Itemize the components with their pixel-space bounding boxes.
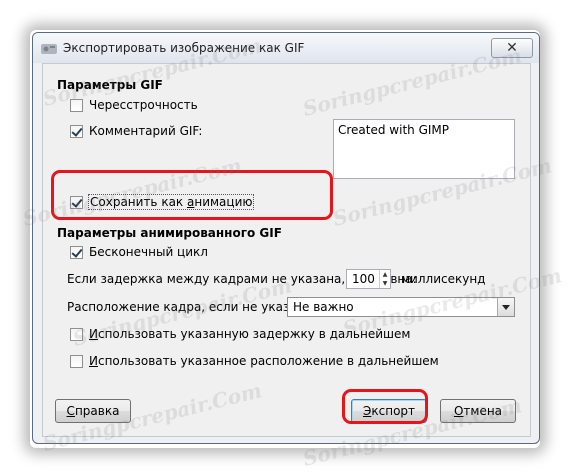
interlace-checkbox[interactable]	[70, 98, 83, 112]
anim-params-heading: Параметры анимированного GIF	[57, 226, 282, 240]
loop-label: Бесконечный цикл	[89, 245, 208, 259]
use-disposal-label: Использовать указанное расположение в да…	[89, 354, 439, 368]
disposal-value: Не важно	[293, 300, 354, 314]
delay-stepper[interactable]: ▲ ▼	[379, 270, 390, 288]
save-as-animation-checkbox[interactable]	[70, 195, 83, 209]
use-delay-label: Использовать указанную задержку в дальне…	[89, 327, 411, 341]
cancel-button[interactable]: Отмена	[440, 399, 516, 423]
dialog-content: Параметры GIF Чересстрочность Комментари…	[42, 63, 531, 437]
delay-value: 100	[352, 272, 375, 286]
loop-checkbox[interactable]	[70, 245, 83, 259]
window-title: Экспортировать изображение как GIF	[63, 41, 305, 55]
help-button[interactable]: Справка	[55, 399, 131, 423]
chevron-down-icon[interactable]: ▼	[380, 279, 390, 288]
close-button[interactable]: ✕	[491, 38, 533, 58]
title-bar[interactable]: Экспортировать изображение как GIF ✕	[33, 33, 539, 63]
dropdown-arrow-icon[interactable]	[497, 298, 514, 316]
disposal-label: Расположение кадра, если не указано:	[67, 300, 316, 314]
chevron-up-icon[interactable]: ▲	[380, 270, 390, 279]
use-disposal-checkbox[interactable]	[70, 354, 83, 368]
comment-option[interactable]: Комментарий GIF:	[70, 124, 202, 138]
export-button[interactable]: Экспорт	[351, 399, 427, 423]
comment-checkbox[interactable]	[70, 124, 83, 138]
use-delay-option[interactable]: Использовать указанную задержку в дальне…	[70, 327, 410, 341]
export-gif-dialog: Экспортировать изображение как GIF ✕ Пар…	[32, 32, 540, 444]
close-icon: ✕	[506, 40, 518, 56]
use-delay-checkbox[interactable]	[70, 327, 83, 341]
interlace-option[interactable]: Чересстрочность	[70, 98, 198, 112]
comment-textarea[interactable]: Created with GIMP	[333, 119, 515, 179]
save-as-animation-label: Сохранить как анимацию	[87, 194, 255, 210]
use-disposal-option[interactable]: Использовать указанное расположение в да…	[70, 354, 439, 368]
delay-spinbox[interactable]: 100 ▲ ▼	[346, 269, 391, 289]
loop-option[interactable]: Бесконечный цикл	[70, 245, 208, 259]
disposal-select[interactable]: Не важно	[287, 297, 515, 317]
gif-params-heading: Параметры GIF	[57, 78, 163, 92]
comment-label: Комментарий GIF:	[89, 124, 203, 138]
gimp-icon	[41, 44, 57, 54]
save-as-animation-option[interactable]: Сохранить как анимацию	[70, 194, 255, 210]
interlace-label: Чересстрочность	[89, 98, 198, 112]
delay-unit: миллисекунд	[401, 272, 486, 286]
comment-text: Created with GIMP	[338, 123, 450, 137]
